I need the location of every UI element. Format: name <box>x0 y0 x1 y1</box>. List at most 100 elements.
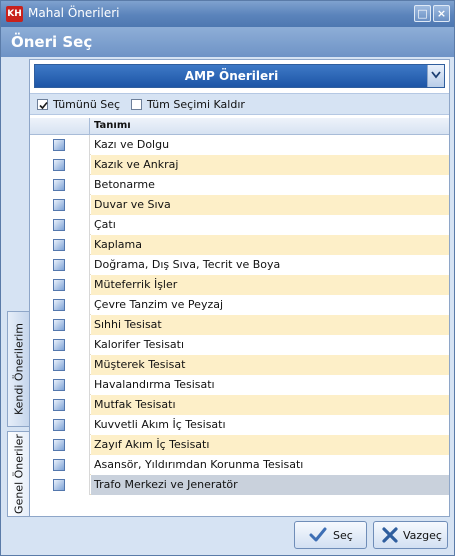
row-select-cell[interactable] <box>30 375 90 395</box>
row-checkbox[interactable] <box>53 319 65 331</box>
select-button[interactable]: Seç <box>294 521 367 549</box>
table-row[interactable]: Betonarme <box>30 175 449 195</box>
row-name: Çevre Tanzim ve Peyzaj <box>91 295 449 315</box>
select-column-header <box>30 118 90 134</box>
suggestion-source-select[interactable]: AMP Önerileri <box>34 64 445 88</box>
row-select-cell[interactable] <box>30 395 90 415</box>
table-header: Tanımı <box>30 118 449 135</box>
content-panel: AMP Önerileri Tümünü Seç Tüm Seçimi Kald… <box>29 59 450 517</box>
row-checkbox[interactable] <box>53 199 65 211</box>
side-tab-strip: Kendi Önerilerim Genel Öneriler <box>7 59 29 519</box>
row-select-cell[interactable] <box>30 315 90 335</box>
tab-kendi-onerilerim[interactable]: Kendi Önerilerim <box>7 311 29 427</box>
row-select-cell[interactable] <box>30 175 90 195</box>
table-row[interactable]: Kalorifer Tesisatı <box>30 335 449 355</box>
row-checkbox[interactable] <box>53 439 65 451</box>
row-select-cell[interactable] <box>30 195 90 215</box>
checkmark-icon <box>309 527 327 542</box>
row-checkbox[interactable] <box>53 399 65 411</box>
page-title: Öneri Seç <box>1 27 454 57</box>
select-all-label[interactable]: Tümünü Seç <box>53 98 120 111</box>
row-select-cell[interactable] <box>30 415 90 435</box>
row-name: Asansör, Yıldırımdan Korunma Tesisatı <box>91 455 449 475</box>
table-row[interactable]: Kaplama <box>30 235 449 255</box>
row-select-cell[interactable] <box>30 435 90 455</box>
table-body: Kazı ve Dolgu Kazık ve Ankraj Betonarme Duv… <box>30 135 449 495</box>
table-row[interactable]: Kuvvetli Akım İç Tesisatı <box>30 415 449 435</box>
row-select-cell[interactable] <box>30 275 90 295</box>
row-checkbox[interactable] <box>53 359 65 371</box>
table-row[interactable]: Müteferrik İşler <box>30 275 449 295</box>
row-name: Kalorifer Tesisatı <box>91 335 449 355</box>
row-select-cell[interactable] <box>30 355 90 375</box>
row-select-cell[interactable] <box>30 295 90 315</box>
row-name: Kaplama <box>91 235 449 255</box>
row-checkbox[interactable] <box>53 179 65 191</box>
row-select-cell[interactable] <box>30 455 90 475</box>
row-select-cell[interactable] <box>30 135 90 155</box>
app-logo-icon: KH <box>6 6 23 22</box>
tab-genel-oneriler[interactable]: Genel Öneriler <box>7 431 29 517</box>
row-select-cell[interactable] <box>30 255 90 275</box>
select-button-label: Seç <box>333 529 353 542</box>
selection-toolbar: Tümünü Seç Tüm Seçimi Kaldır <box>30 93 449 115</box>
table-row[interactable]: Mutfak Tesisatı <box>30 395 449 415</box>
table-row[interactable]: Zayıf Akım İç Tesisatı <box>30 435 449 455</box>
row-checkbox[interactable] <box>53 139 65 151</box>
row-checkbox[interactable] <box>53 239 65 251</box>
dialog-window: KH Mahal Önerileri □ × Öneri Seç Kendi Ö… <box>0 0 455 556</box>
table-row[interactable]: Müşterek Tesisat <box>30 355 449 375</box>
row-name: Çatı <box>91 215 449 235</box>
row-name: Betonarme <box>91 175 449 195</box>
chevron-down-icon[interactable] <box>427 65 444 87</box>
table-row[interactable]: Kazık ve Ankraj <box>30 155 449 175</box>
table-row[interactable]: Doğrama, Dış Sıva, Tecrit ve Boya <box>30 255 449 275</box>
clear-all-label[interactable]: Tüm Seçimi Kaldır <box>147 98 245 111</box>
row-checkbox[interactable] <box>53 279 65 291</box>
clear-all-checkbox[interactable] <box>131 99 142 110</box>
row-name: Kazı ve Dolgu <box>91 135 449 155</box>
row-name: Trafo Merkezi ve Jeneratör <box>91 475 449 495</box>
row-name: Kazık ve Ankraj <box>91 155 449 175</box>
table-row[interactable]: Asansör, Yıldırımdan Korunma Tesisatı <box>30 455 449 475</box>
cancel-button[interactable]: Vazgeç <box>373 521 448 549</box>
row-checkbox[interactable] <box>53 299 65 311</box>
row-name: Müteferrik İşler <box>91 275 449 295</box>
row-select-cell[interactable] <box>30 215 90 235</box>
row-checkbox[interactable] <box>53 479 65 491</box>
close-button[interactable]: × <box>433 5 450 22</box>
title-bar[interactable]: KH Mahal Önerileri □ × <box>1 1 454 27</box>
suggestion-source-value: AMP Önerileri <box>184 69 279 83</box>
tab-genel-oneriler-label: Genel Öneriler <box>12 434 25 514</box>
table-row[interactable]: Sıhhi Tesisat <box>30 315 449 335</box>
table-row[interactable]: Kazı ve Dolgu <box>30 135 449 155</box>
table-row[interactable]: Çatı <box>30 215 449 235</box>
table-row[interactable]: Trafo Merkezi ve Jeneratör <box>30 475 449 495</box>
row-name: Doğrama, Dış Sıva, Tecrit ve Boya <box>91 255 449 275</box>
table-row[interactable]: Duvar ve Sıva <box>30 195 449 215</box>
maximize-button[interactable]: □ <box>414 5 431 22</box>
row-checkbox[interactable] <box>53 259 65 271</box>
table-row[interactable]: Çevre Tanzim ve Peyzaj <box>30 295 449 315</box>
cancel-button-label: Vazgeç <box>403 529 442 542</box>
table-row[interactable]: Havalandırma Tesisatı <box>30 375 449 395</box>
row-checkbox[interactable] <box>53 419 65 431</box>
select-all-checkbox[interactable] <box>37 99 48 110</box>
row-checkbox[interactable] <box>53 219 65 231</box>
suggestions-table: Tanımı Kazı ve Dolgu Kazık ve Ankraj Beton… <box>30 118 449 495</box>
row-name: Sıhhi Tesisat <box>91 315 449 335</box>
row-name: Duvar ve Sıva <box>91 195 449 215</box>
row-select-cell[interactable] <box>30 155 90 175</box>
row-select-cell[interactable] <box>30 335 90 355</box>
row-checkbox[interactable] <box>53 339 65 351</box>
row-name: Müşterek Tesisat <box>91 355 449 375</box>
row-checkbox[interactable] <box>53 379 65 391</box>
row-name: Mutfak Tesisatı <box>91 395 449 415</box>
name-column-header: Tanımı <box>94 120 131 131</box>
row-checkbox[interactable] <box>53 159 65 171</box>
row-select-cell[interactable] <box>30 235 90 255</box>
row-select-cell[interactable] <box>30 475 90 495</box>
row-checkbox[interactable] <box>53 459 65 471</box>
row-name: Zayıf Akım İç Tesisatı <box>91 435 449 455</box>
tab-kendi-onerilerim-label: Kendi Önerilerim <box>12 322 25 416</box>
